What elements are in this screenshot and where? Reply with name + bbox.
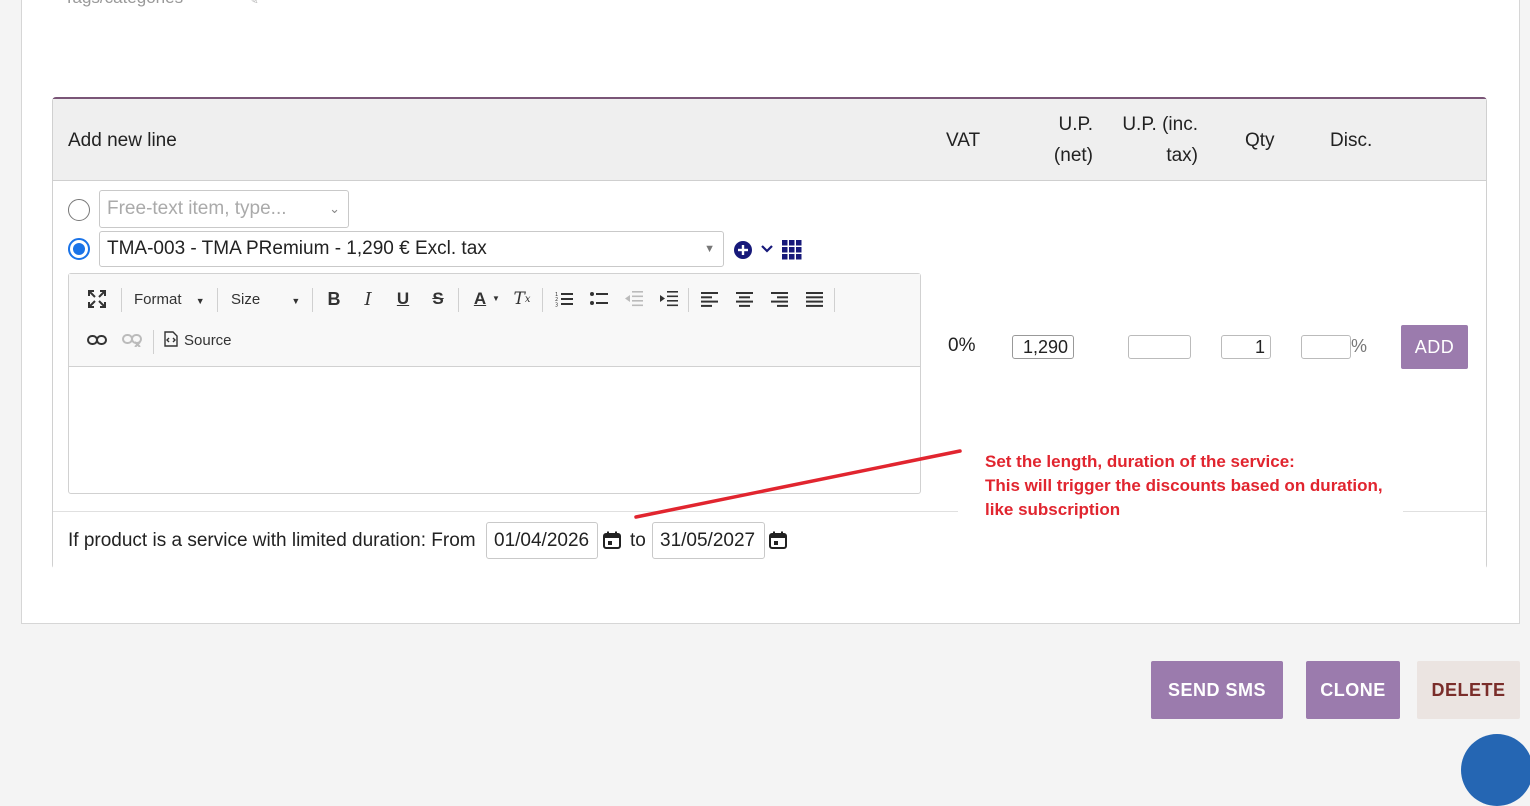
delete-button[interactable]: DELETE	[1417, 661, 1520, 719]
send-sms-button[interactable]: SEND SMS	[1151, 661, 1283, 719]
annotation-arrow	[634, 449, 962, 519]
floating-action-button[interactable]	[1461, 734, 1530, 806]
clone-button[interactable]: CLONE	[1306, 661, 1400, 719]
